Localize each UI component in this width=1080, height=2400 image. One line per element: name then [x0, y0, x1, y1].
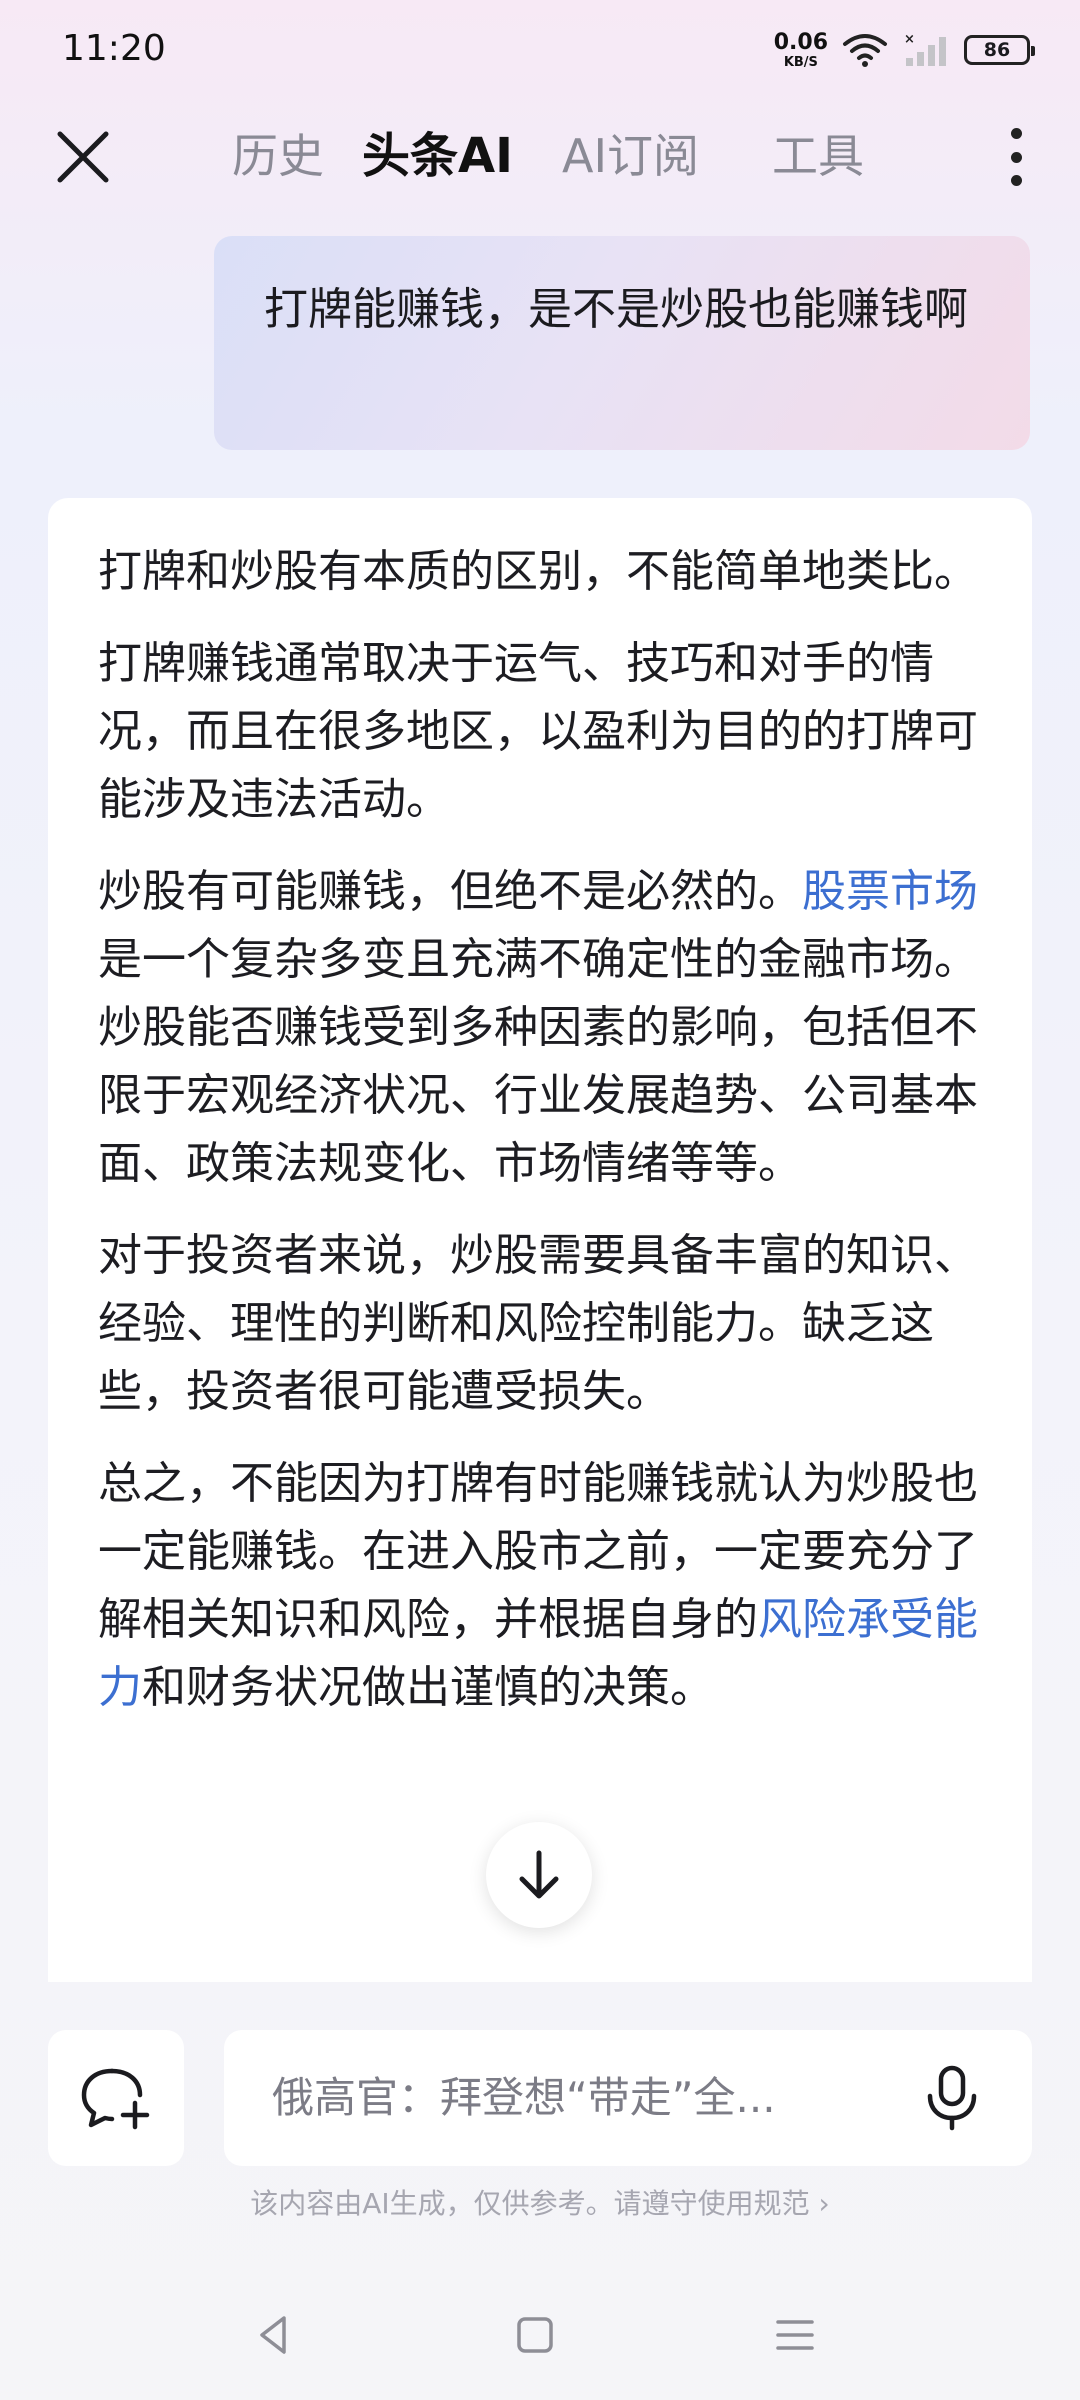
tab-history[interactable]: 历史	[232, 124, 362, 188]
status-time: 11:20	[62, 28, 166, 69]
network-speed-unit: KB/S	[783, 54, 818, 70]
more-dot-icon	[1010, 175, 1022, 186]
svg-text:×: ×	[904, 32, 915, 47]
back-button[interactable]	[250, 2310, 300, 2360]
system-navigation-bar	[0, 2300, 1080, 2370]
microphone-icon	[927, 2065, 977, 2131]
chat-input-placeholder: 俄高官：拜登想“带走”全...	[272, 2073, 776, 2122]
chat-input-box[interactable]: 俄高官：拜登想“带走”全...	[224, 2030, 1032, 2166]
status-bar: 11:20 0.06 KB/S × 86	[0, 0, 1080, 100]
user-message-bubble: 打牌能赚钱，是不是炒股也能赚钱啊	[214, 236, 1030, 450]
tab-toutiao-ai[interactable]: 头条AI	[362, 124, 562, 188]
ai-disclaimer[interactable]: 该内容由AI生成，仅供参考。请遵守使用规范 ›	[0, 2182, 1080, 2222]
more-dot-icon	[1010, 151, 1022, 163]
new-chat-button[interactable]	[48, 2030, 184, 2166]
tab-tools[interactable]: 工具	[772, 124, 912, 188]
battery-level: 86	[983, 39, 1011, 61]
back-triangle-icon	[260, 2316, 286, 2354]
close-icon	[57, 131, 109, 183]
menu-lines-icon	[776, 2320, 814, 2350]
status-icons: 0.06 KB/S × 86	[773, 26, 1035, 74]
battery-icon: 86	[964, 35, 1035, 65]
more-dot-icon	[1010, 128, 1022, 139]
answer-text: 和财务状况做出谨慎的决策。	[142, 1662, 714, 1713]
tab-bar: 历史 头条AI AI订阅 工具	[232, 124, 912, 188]
answer-text: 是一个复杂多变且充满不确定性的金融市场。炒股能否赚钱受到多种因素的影响，包括但不…	[98, 934, 978, 1189]
recent-apps-button[interactable]	[770, 2310, 820, 2360]
home-button[interactable]	[510, 2310, 560, 2360]
wifi-icon	[843, 34, 887, 67]
arrow-down-icon	[519, 1850, 559, 1899]
ai-answer-card: 打牌和炒股有本质的区别，不能简单地类比。 打牌赚钱通常取决于运气、技巧和对手的情…	[48, 498, 1032, 1982]
home-square-icon	[517, 2317, 553, 2353]
cellular-signal-icon: ×	[904, 32, 946, 66]
close-button[interactable]	[52, 126, 114, 188]
answer-text: 炒股有可能赚钱，但绝不是必然的。	[98, 866, 802, 917]
network-speed: 0.06 KB/S	[773, 29, 828, 70]
voice-input-button[interactable]	[922, 2062, 982, 2134]
answer-paragraph: 总之，不能因为打牌有时能赚钱就认为炒股也一定能赚钱。在进入股市之前，一定要充分了…	[98, 1450, 982, 1722]
top-navigation: 历史 头条AI AI订阅 工具	[0, 110, 1080, 202]
answer-paragraph: 对于投资者来说，炒股需要具备丰富的知识、经验、理性的判断和风险控制能力。缺乏这些…	[98, 1230, 978, 1417]
answer-paragraph: 打牌赚钱通常取决于运气、技巧和对手的情况，而且在很多地区，以盈利为目的的打牌可能…	[98, 638, 978, 825]
scroll-to-bottom-button[interactable]	[486, 1822, 592, 1928]
tab-ai-subscription[interactable]: AI订阅	[562, 124, 772, 188]
more-options-button[interactable]	[996, 122, 1036, 192]
answer-paragraph: 打牌和炒股有本质的区别，不能简单地类比。	[98, 546, 978, 597]
answer-paragraph: 炒股有可能赚钱，但绝不是必然的。股票市场是一个复杂多变且充满不确定性的金融市场。…	[98, 858, 982, 1198]
network-speed-value: 0.06	[773, 29, 828, 55]
link-stock-market[interactable]: 股票市场	[802, 866, 978, 917]
new-chat-icon	[81, 2068, 150, 2130]
